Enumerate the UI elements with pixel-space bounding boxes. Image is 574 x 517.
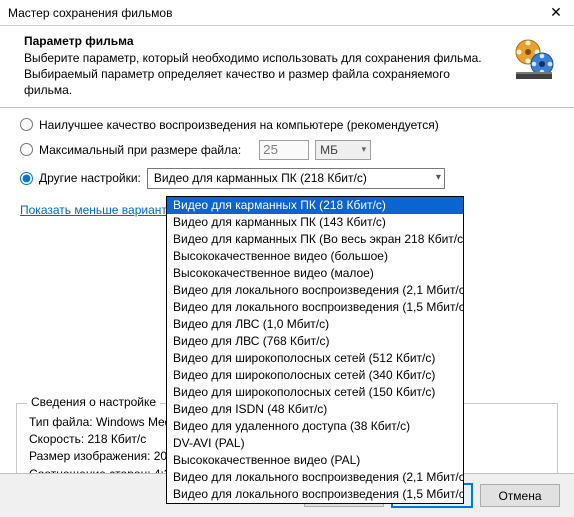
dialog-title: Мастер сохранения фильмов [8,6,172,20]
section-desc-2: Выбираемый параметр определяет качество … [16,66,500,98]
imgsize-label: Размер изображения: [29,449,150,463]
dropdown-item[interactable]: DV-AVI (PAL) [167,435,463,452]
close-icon[interactable]: ✕ [546,4,566,21]
dropdown-item[interactable]: Видео для ISDN (48 Кбит/с) [167,401,463,418]
dropdown-item[interactable]: Высококачественное видео (малое) [167,265,463,282]
dropdown-item[interactable]: Видео для карманных ПК (143 Кбит/с) [167,214,463,231]
radio-max-size[interactable] [20,143,33,156]
info-legend: Сведения о настройке [27,395,160,409]
label-other-settings: Другие настройки: [39,171,141,185]
dropdown-item[interactable]: Видео для ЛВС (768 Кбит/с) [167,333,463,350]
dropdown-item[interactable]: Видео для локального воспроизведения (1,… [167,299,463,316]
dropdown-item[interactable]: Видео для локального воспроизведения (2,… [167,469,463,486]
dropdown-item[interactable]: Видео для карманных ПК (Во весь экран 21… [167,231,463,248]
settings-combo[interactable]: Видео для карманных ПК (218 Кбит/с) ▾ [147,168,445,189]
dropdown-item[interactable]: Видео для карманных ПК (218 Кбит/с) [167,197,463,214]
dropdown-item[interactable]: Высококачественное видео (большое) [167,248,463,265]
dropdown-item[interactable]: Видео для широкополосных сетей (512 Кбит… [167,350,463,367]
settings-dropdown-list[interactable]: Видео для карманных ПК (218 Кбит/с)Видео… [166,196,464,504]
size-unit-select[interactable]: МБ ▾ [315,140,371,160]
filetype-label: Тип файла: [29,415,93,429]
dropdown-item[interactable]: Высококачественное видео (PAL) [167,452,463,469]
cancel-button[interactable]: Отмена [480,484,560,507]
dropdown-item[interactable]: Видео для ЛВС (1,0 Мбит/с) [167,316,463,333]
chevron-down-icon: ▾ [436,172,441,183]
label-max-size: Максимальный при размере файла: [39,143,241,157]
radio-other-settings[interactable] [20,172,33,185]
dropdown-item[interactable]: Видео для локального воспроизведения (1,… [167,486,463,503]
label-best-quality: Наилучшее качество воспроизведения на ко… [39,118,439,132]
bitrate-label: Скорость: [29,432,84,446]
wizard-film-icon [510,34,558,82]
radio-best-quality[interactable] [20,118,33,131]
size-input[interactable] [259,140,309,160]
show-fewer-options-link[interactable]: Показать меньше вариантов... [20,203,190,217]
bitrate-value: 218 Кбит/с [88,432,147,446]
section-desc-1: Выберите параметр, который необходимо ис… [16,50,500,66]
dropdown-item[interactable]: Видео для удаленного доступа (38 Кбит/с) [167,418,463,435]
dropdown-item[interactable]: Видео для широкополосных сетей (150 Кбит… [167,384,463,401]
dropdown-item[interactable]: Видео для широкополосных сетей (340 Кбит… [167,367,463,384]
dropdown-item[interactable]: Видео для локального воспроизведения (2,… [167,282,463,299]
chevron-down-icon: ▾ [362,144,367,155]
combo-selected-value: Видео для карманных ПК (218 Кбит/с) [154,171,367,185]
section-heading: Параметр фильма [16,34,500,48]
size-unit-value: МБ [320,143,338,157]
